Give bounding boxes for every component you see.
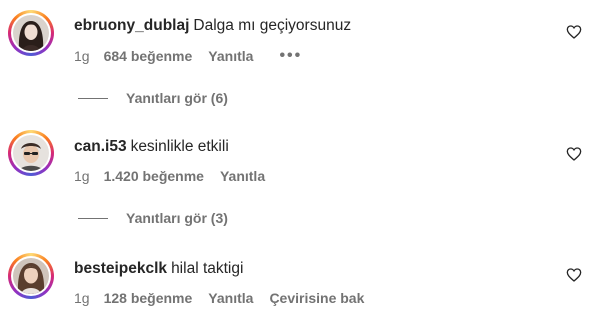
comment-time: 1g — [74, 48, 90, 64]
avatar[interactable] — [8, 130, 54, 176]
view-replies-label: Yanıtları gör (3) — [126, 210, 228, 226]
avatar[interactable] — [8, 10, 54, 56]
comment-username[interactable]: ebruony_dublaj — [74, 17, 189, 34]
reply-button[interactable]: Yanıtla — [208, 48, 253, 64]
heart-outline-icon[interactable] — [566, 267, 582, 283]
comment-time: 1g — [74, 168, 90, 184]
reply-button[interactable]: Yanıtla — [208, 290, 253, 306]
comment-text: hilal taktigi — [171, 260, 244, 277]
divider-dash — [78, 217, 108, 219]
comment-username[interactable]: can.i53 — [74, 138, 127, 155]
comment-text: kesinlikle etkili — [130, 138, 229, 155]
heart-outline-icon[interactable] — [566, 146, 582, 162]
avatar-image — [13, 258, 49, 294]
comment-username[interactable]: besteipekclk — [74, 260, 167, 277]
more-options-icon[interactable]: ••• — [279, 47, 302, 65]
avatar-image — [13, 15, 49, 51]
reply-button[interactable]: Yanıtla — [220, 168, 265, 184]
avatar-image — [13, 135, 49, 171]
view-replies-label: Yanıtları gör (6) — [126, 90, 228, 106]
view-replies-button[interactable]: Yanıtları gör (3) — [78, 210, 228, 226]
likes-count[interactable]: 684 beğenme — [104, 48, 193, 64]
likes-count[interactable]: 128 beğenme — [104, 290, 193, 306]
divider-dash — [78, 97, 108, 99]
comment-time: 1g — [74, 290, 90, 306]
see-translation-button[interactable]: Çevirisine bak — [269, 290, 364, 306]
comment-text: Dalga mı geçiyorsunuz — [193, 17, 352, 34]
view-replies-button[interactable]: Yanıtları gör (6) — [78, 90, 228, 106]
likes-count[interactable]: 1.420 beğenme — [104, 168, 204, 184]
avatar[interactable] — [8, 253, 54, 299]
heart-outline-icon[interactable] — [566, 24, 582, 40]
